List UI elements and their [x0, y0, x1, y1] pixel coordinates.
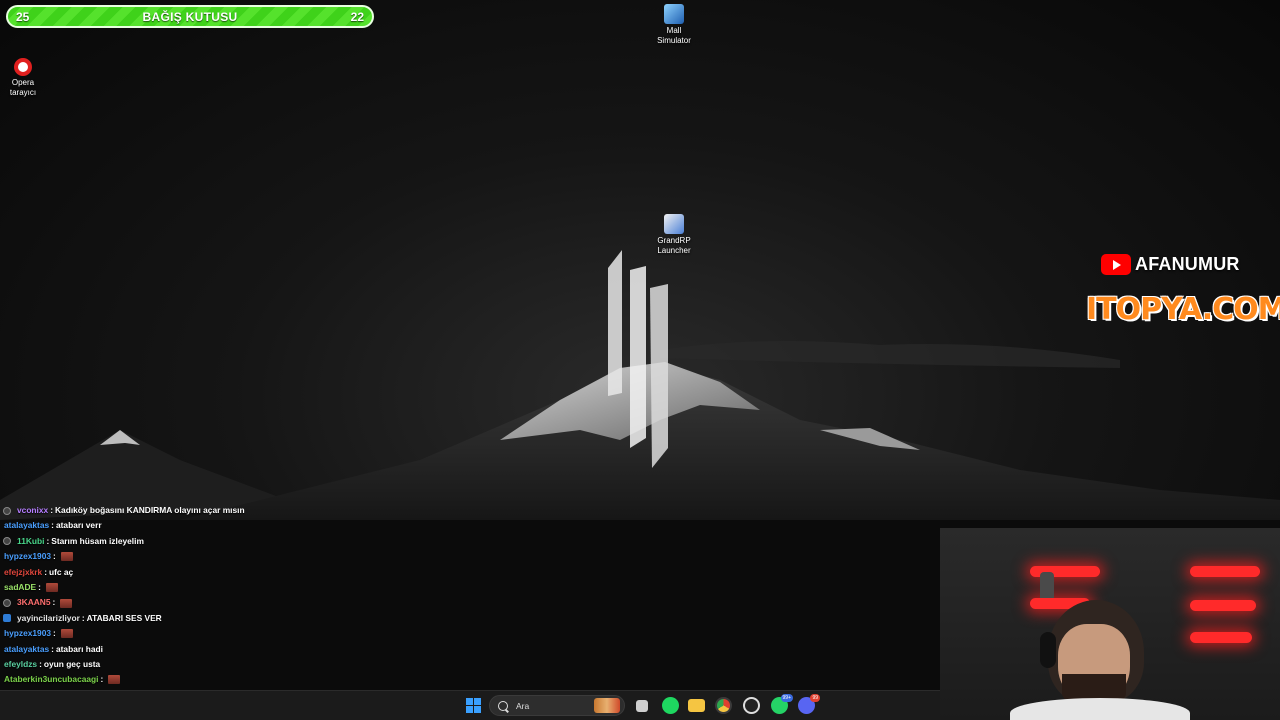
chat-username: yayincilarizliyor: [17, 612, 80, 623]
chat-message: sadADE:: [0, 580, 320, 595]
chat-message: 3KAAN5:: [0, 595, 320, 610]
chat-username: atalayaktas: [4, 643, 50, 654]
webcam-feed: [940, 528, 1280, 720]
chat-separator: :: [44, 566, 47, 577]
chat-emote-icon: [45, 583, 58, 593]
sponsor-logo: ITOPYA.COM: [1086, 292, 1280, 327]
chat-text: atabarı hadi: [55, 643, 103, 654]
chat-separator: :: [51, 643, 54, 654]
chat-message: efejzjxkrk: ufc aç: [0, 565, 320, 580]
youtube-icon: [1101, 254, 1131, 275]
chat-username: efejzjxkrk: [4, 566, 43, 577]
taskbar-search[interactable]: Ara: [489, 695, 625, 716]
chat-text: ATABARI SES VER: [86, 612, 162, 623]
chat-text: atabarı verr: [55, 520, 102, 531]
donation-title: BAĞIŞ KUTUSU: [142, 9, 238, 24]
chat-username: sadADE: [4, 581, 37, 592]
chat-message: Ataberkin3uncubacaagi:: [0, 672, 320, 687]
neon-light: [1190, 632, 1252, 643]
chat-separator: :: [53, 628, 56, 639]
youtube-channel-name: AFANUMUR: [1135, 254, 1240, 274]
chat-emote-icon: [60, 552, 73, 562]
neon-light: [1190, 600, 1256, 611]
donation-box-bar: 25 BAĞIŞ KUTUSU 22: [6, 5, 374, 28]
wall-lamp: [1040, 572, 1054, 598]
desktop-icon-opera[interactable]: Opera tarayıcı: [0, 58, 51, 98]
obs-icon[interactable]: [743, 697, 760, 714]
chat-separator: :: [39, 658, 42, 669]
search-placeholder: Ara: [516, 700, 530, 711]
chat-emote-icon: [60, 629, 73, 639]
grandrp-launcher-icon: [664, 214, 684, 234]
youtube-channel-badge: AFANUMUR: [1101, 254, 1240, 275]
chat-username: atalayaktas: [4, 520, 50, 531]
discord-icon[interactable]: 99: [798, 694, 820, 714]
chat-username: hypzex1903: [4, 628, 52, 639]
mall-simulator-icon: [664, 4, 684, 24]
task-view-icon[interactable]: [636, 700, 648, 712]
headphone-left: [1040, 632, 1056, 668]
desktop-icon-label: Opera: [11, 78, 35, 87]
moderator-badge-icon: [3, 614, 11, 623]
taskbar: Ara 99+ 99: [0, 690, 940, 720]
search-highlight-image: [594, 698, 620, 713]
chat-message: hypzex1903:: [0, 549, 320, 564]
whatsapp-icon[interactable]: 99+: [771, 694, 793, 714]
chat-message: vconixx: Kadıköy boğasını KANDIRMA olayın…: [0, 503, 320, 518]
subscriber-badge-icon: [3, 599, 11, 608]
streamer-shirt: [1010, 698, 1190, 720]
subscriber-badge-icon: [3, 537, 11, 546]
desktop-icon-label: Mall: [666, 26, 682, 35]
chat-message: efeyldzs: oyun geç usta: [0, 657, 320, 672]
windows-start-icon[interactable]: [465, 697, 482, 714]
desktop-icon-mall-simulator[interactable]: Mall Simulator: [646, 4, 702, 46]
chat-separator: :: [51, 520, 54, 531]
chat-username: 11Kubi: [17, 535, 45, 546]
chat-separator: :: [52, 597, 56, 608]
chat-text: Starım hüsam izleyelim: [51, 535, 144, 546]
donation-right-value: 22: [350, 9, 364, 24]
subscriber-badge-icon: [3, 506, 11, 515]
search-icon: [498, 700, 508, 711]
desktop-icon-label: GrandRP: [657, 236, 691, 245]
chat-separator: :: [53, 551, 56, 562]
spotify-icon[interactable]: [662, 697, 679, 714]
notification-badge: 99+: [780, 694, 793, 702]
chrome-icon[interactable]: [715, 697, 732, 714]
chat-separator: :: [81, 612, 85, 623]
desktop-icon-label: tarayıcı: [9, 88, 37, 97]
file-explorer-icon[interactable]: [688, 699, 705, 712]
chat-emote-icon: [108, 675, 121, 685]
chat-overlay: vconixx: Kadıköy boğasını KANDIRMA olayın…: [0, 503, 320, 718]
chat-separator: :: [100, 674, 104, 685]
chat-text: oyun geç usta: [43, 658, 101, 669]
chat-username: efeyldzs: [4, 658, 38, 669]
chat-text: Kadıköy boğasını KANDIRMA olayını açar m…: [55, 505, 245, 515]
chat-separator: :: [50, 505, 53, 515]
chat-text: ufc aç: [48, 566, 74, 577]
chat-emote-icon: [60, 598, 73, 608]
chat-username: hypzex1903: [4, 551, 52, 562]
channel-logo: [608, 250, 668, 468]
chat-message: hypzex1903:: [0, 626, 320, 641]
notification-badge: 99: [810, 694, 820, 702]
chat-username: Ataberkin3uncubacaagi: [4, 674, 99, 685]
desktop-icon-label: Simulator: [657, 36, 691, 45]
chat-separator: :: [46, 535, 50, 546]
chat-separator: :: [38, 581, 41, 592]
chat-message: atalayaktas: atabarı hadi: [0, 642, 320, 657]
chat-message: atalayaktas: atabarı verr: [0, 518, 320, 533]
chat-message: 11Kubi: Starım hüsam izleyelim: [0, 534, 320, 549]
chat-username: 3KAAN5: [17, 597, 51, 608]
chat-username: vconixx: [17, 505, 49, 515]
opera-icon: [14, 58, 32, 76]
neon-light: [1190, 566, 1260, 577]
chat-message: yayincilarizliyor: ATABARI SES VER: [0, 611, 320, 626]
